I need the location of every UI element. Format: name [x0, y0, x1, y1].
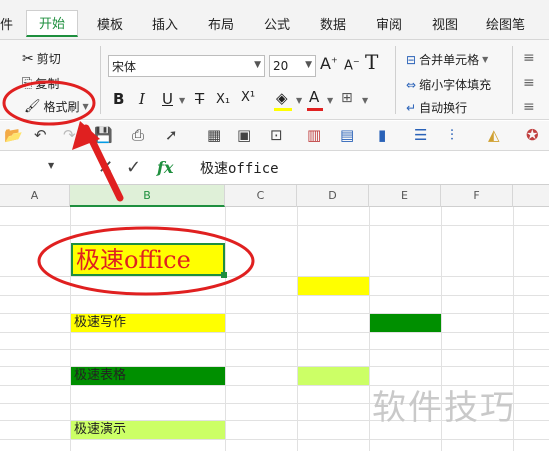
- highlight-ellipse-title-cell: [37, 226, 255, 296]
- highlight-ellipse-format-painter: [2, 80, 96, 126]
- annotation-overlay: [2, 80, 255, 296]
